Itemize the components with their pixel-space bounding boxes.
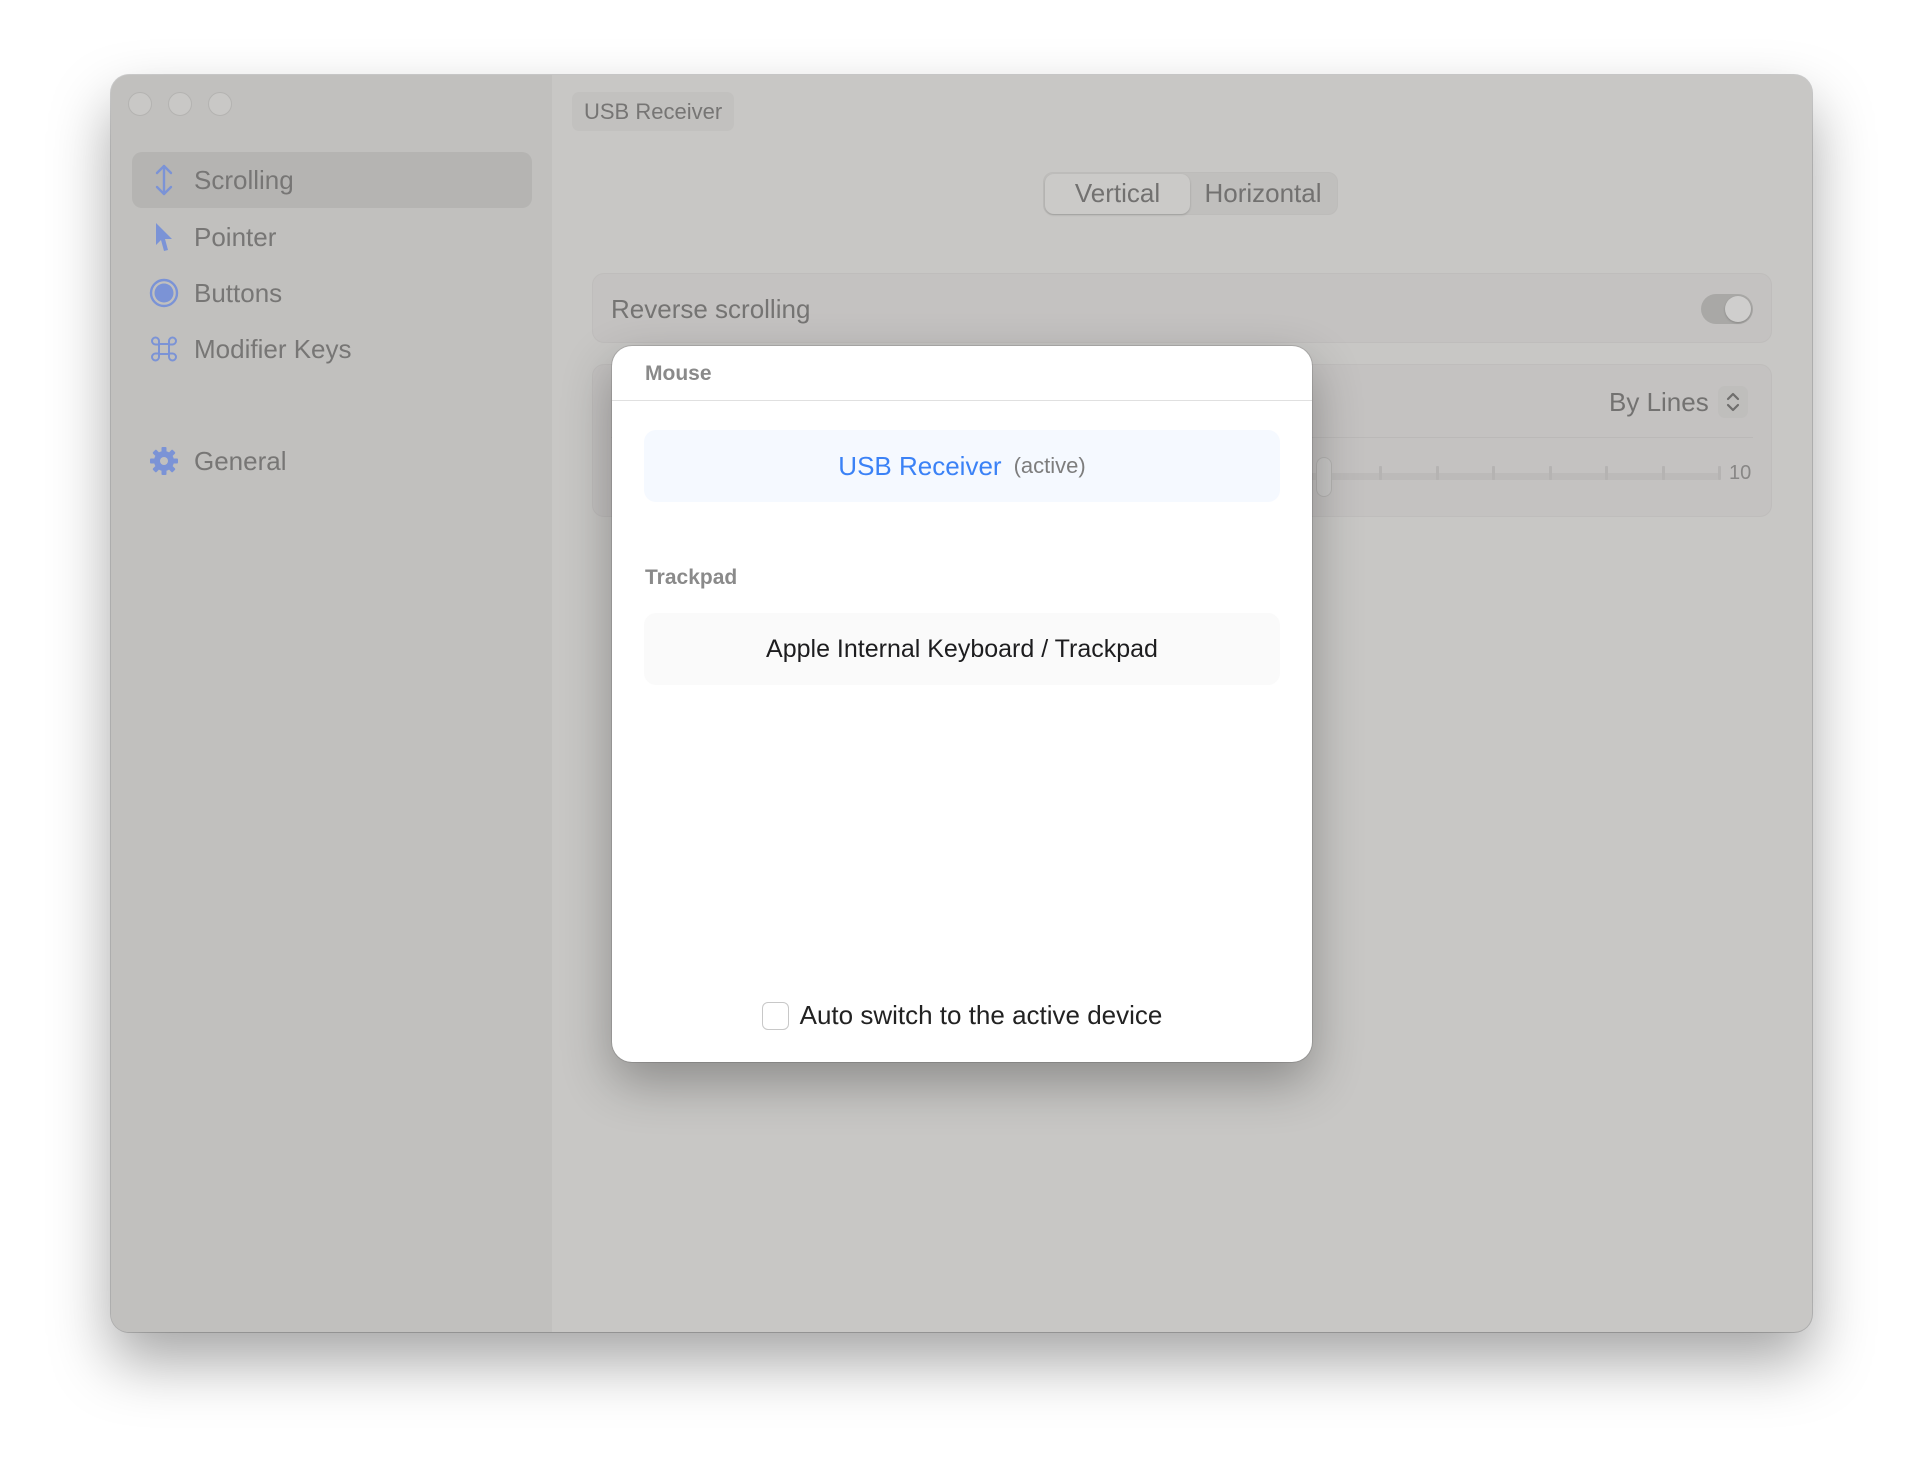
speed-slider-thumb[interactable] — [1315, 457, 1332, 497]
auto-switch-option[interactable]: Auto switch to the active device — [612, 1000, 1312, 1031]
device-row-usb-receiver[interactable]: USB Receiver (active) — [644, 430, 1280, 502]
device-name: Apple Internal Keyboard / Trackpad — [766, 634, 1158, 663]
segment-horizontal[interactable]: Horizontal — [1190, 174, 1336, 214]
auto-switch-checkbox[interactable] — [761, 1001, 789, 1030]
toggle-knob — [1725, 296, 1751, 322]
arrow-up-down-icon — [144, 163, 184, 197]
gear-icon — [144, 446, 184, 476]
section-label-trackpad: Trackpad — [645, 566, 738, 589]
sidebar-item-pointer[interactable]: Pointer — [132, 209, 532, 265]
device-selector-button[interactable]: USB Receiver — [572, 92, 735, 131]
auto-switch-label: Auto switch to the active device — [799, 1000, 1163, 1030]
speed-slider-max-label: 10 — [1729, 462, 1752, 484]
scroll-mode-popup-button[interactable] — [1718, 386, 1748, 418]
reverse-scrolling-toggle[interactable] — [1701, 294, 1753, 324]
direction-segmented-control: Vertical Horizontal — [1043, 172, 1338, 215]
close-window-button[interactable] — [128, 92, 152, 116]
sidebar-item-modifier-keys[interactable]: Modifier Keys — [132, 321, 532, 377]
slider-tick — [1661, 466, 1665, 480]
scroll-mode-value[interactable]: By Lines — [1609, 385, 1709, 419]
section-label-mouse: Mouse — [645, 362, 712, 385]
sidebar-item-buttons[interactable]: Buttons — [132, 265, 532, 321]
device-picker-modal: Mouse USB Receiver (active) Trackpad App… — [612, 346, 1312, 1062]
chevron-up-down-icon — [1726, 392, 1740, 412]
reverse-scrolling-card: Reverse scrolling — [592, 273, 1772, 343]
cursor-arrow-icon — [144, 222, 184, 252]
sidebar-item-general[interactable]: General — [132, 433, 532, 489]
slider-tick — [1435, 466, 1439, 480]
slider-tick — [1548, 466, 1552, 480]
slider-tick — [1492, 466, 1495, 480]
slider-tick — [1605, 466, 1608, 480]
sidebar-item-scrolling[interactable]: Scrolling — [132, 152, 532, 208]
reverse-scrolling-label: Reverse scrolling — [611, 293, 811, 324]
sidebar-item-label: Scrolling — [194, 164, 294, 195]
sidebar-item-label: Pointer — [194, 221, 277, 252]
sidebar-item-label: Modifier Keys — [194, 333, 352, 364]
device-row-apple-internal[interactable]: Apple Internal Keyboard / Trackpad — [644, 613, 1280, 685]
circle-button-icon — [144, 278, 184, 308]
device-status: (active) — [1013, 453, 1086, 478]
modal-header: Mouse — [612, 346, 1312, 401]
zoom-window-button[interactable] — [208, 92, 232, 116]
device-name: USB Receiver — [838, 450, 1002, 481]
slider-tick — [1718, 466, 1721, 480]
slider-tick — [1379, 466, 1382, 480]
command-key-icon — [144, 335, 184, 363]
sidebar-item-label: Buttons — [194, 277, 283, 308]
sidebar-item-label: General — [194, 445, 287, 476]
sidebar: Scrolling Pointer Buttons Modifier Keys — [111, 75, 552, 1332]
segment-vertical[interactable]: Vertical — [1045, 173, 1190, 214]
minimize-window-button[interactable] — [168, 92, 192, 116]
